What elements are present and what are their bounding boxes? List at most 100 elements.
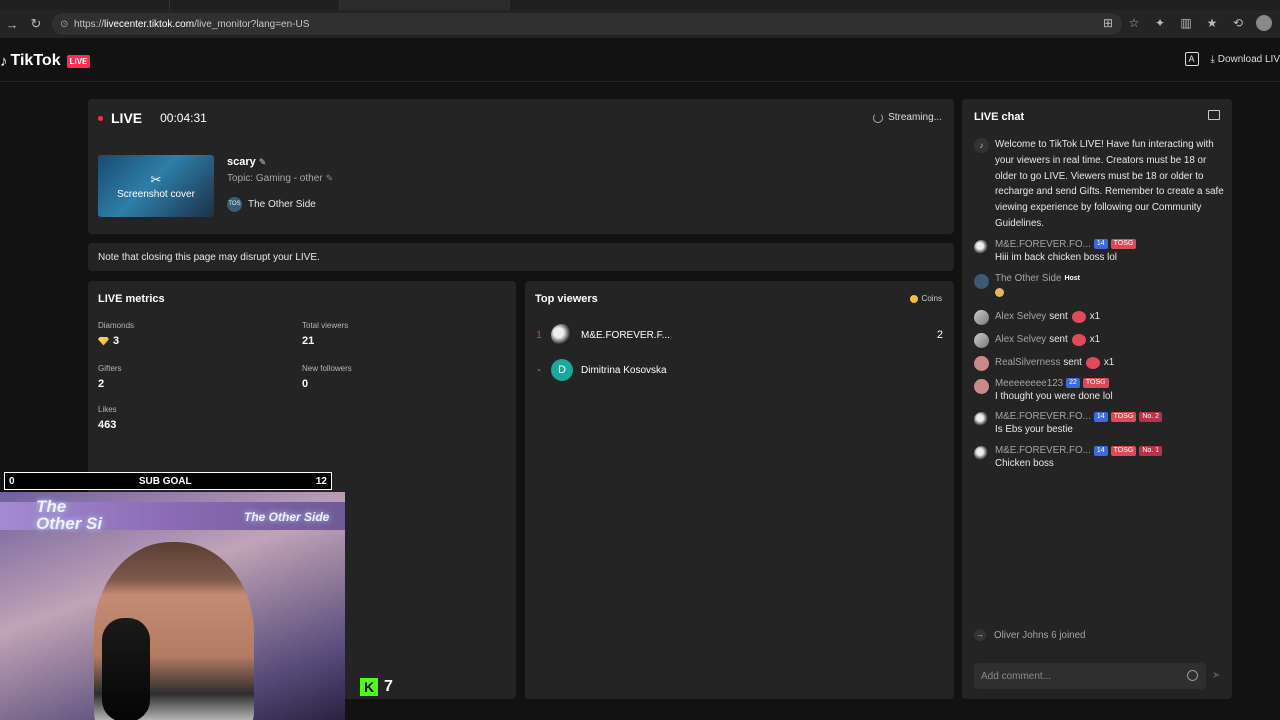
screenshot-cover-button[interactable]: ✂ Screenshot cover	[98, 155, 214, 217]
viewer-avatar: D	[551, 359, 573, 381]
gift-message[interactable]: Alex Selvey sent x1	[974, 309, 1224, 325]
live-status-card: LIVE 00:04:31 Streaming... ✂ Screenshot …	[88, 99, 954, 234]
kick-logo-icon: K	[360, 678, 378, 696]
live-chat-panel: LIVE chat ♪ Welcome to TikTok LIVE! Have…	[962, 99, 1232, 699]
user-avatar	[974, 446, 989, 462]
metric-diamonds: Diamonds 3	[98, 321, 135, 347]
channel-avatar: TOS	[227, 197, 242, 212]
font-size-icon[interactable]: A	[1184, 52, 1199, 66]
comment-input[interactable]: Add comment...	[974, 663, 1206, 689]
favorites-icon[interactable]: ★	[1204, 15, 1220, 31]
emoji-picker-icon[interactable]	[1187, 670, 1198, 681]
chat-message[interactable]: The Other Side Host	[974, 273, 1224, 302]
system-message: ♪ Welcome to TikTok LIVE! Have fun inter…	[974, 137, 1224, 232]
gift-icon	[1071, 310, 1086, 323]
stream-title: scary ✎	[227, 156, 267, 168]
user-avatar	[974, 239, 989, 255]
user-avatar	[974, 309, 989, 325]
metrics-title: LIVE metrics	[98, 293, 165, 305]
rank-badge: No. 1	[1139, 445, 1163, 456]
profile-avatar[interactable]	[1256, 15, 1272, 31]
stream-topic: Topic: Gaming - other ✎	[227, 173, 334, 184]
diamond-icon	[98, 336, 109, 346]
live-timer: 00:04:31	[160, 111, 207, 125]
viewer-avatar	[551, 324, 573, 346]
popout-chat-icon[interactable]	[1208, 110, 1220, 120]
chat-message[interactable]: M&E.FOREVER.FO... 14 TOSG No. 1 Chicken bos…	[974, 445, 1224, 472]
address-bar-row: → ↻ ⊙ https://livecenter.tiktok.com/live…	[0, 10, 1280, 38]
microphone	[102, 618, 150, 720]
gift-icon	[1085, 356, 1100, 369]
streaming-status: Streaming...	[873, 112, 942, 123]
level-badge: 22	[1066, 378, 1080, 389]
translate-icon[interactable]: ⊞	[1100, 15, 1116, 31]
fan-club-badge: TOSG	[1082, 378, 1109, 389]
gift-icon	[1071, 333, 1086, 346]
top-viewers-panel: Top viewers Coins 1 M&E.FOREVER.F... 2 -…	[525, 281, 954, 699]
reload-icon[interactable]: ↻	[24, 16, 48, 32]
neon-sign: The Other Si	[36, 497, 103, 533]
fan-club-badge: TOSG	[1110, 239, 1137, 250]
history-icon[interactable]: ⟲	[1230, 15, 1246, 31]
fan-club-badge: TOSG	[1110, 411, 1137, 422]
chat-message[interactable]: Meeeeeeee123 22 TOSG I thought you were do…	[974, 378, 1224, 405]
split-screen-icon[interactable]: ▥	[1178, 15, 1194, 31]
tiktok-note-icon: ♪	[0, 52, 8, 70]
live-indicator-dot	[98, 115, 103, 121]
level-badge: 14	[1093, 445, 1108, 456]
kick-counter: K 7	[360, 678, 393, 696]
sub-goal-bar: 0 SUB GOAL 12	[4, 472, 332, 490]
host-badge: Host	[1064, 274, 1080, 282]
scissors-icon: ✂	[150, 172, 162, 187]
browser-tab-strip	[0, 0, 1280, 10]
metric-new-followers: New followers 0	[302, 364, 352, 390]
level-badge: 14	[1093, 239, 1108, 250]
user-avatar	[974, 378, 989, 394]
metric-total-viewers: Total viewers 21	[302, 321, 349, 347]
user-avatar	[974, 412, 989, 428]
site-info-icon[interactable]: ⊙	[60, 19, 74, 30]
fan-club-badge: TOSG	[1110, 445, 1137, 456]
join-notice: → Oliver Johns 6 joined	[974, 629, 1086, 641]
level-badge: 14	[1093, 411, 1108, 422]
viewer-row[interactable]: 1 M&E.FOREVER.F... 2	[535, 324, 943, 346]
gift-message[interactable]: Alex Selvey sent x1	[974, 332, 1224, 348]
app-header: ♪ TikTok LIVE A ⤓ Download LIV	[0, 38, 1280, 82]
coin-icon	[909, 294, 918, 303]
webcam-overlay: The Other Si The Other Side	[0, 492, 345, 720]
url-field[interactable]: ⊙ https://livecenter.tiktok.com/live_mon…	[52, 13, 1122, 35]
close-page-notice: Note that closing this page may disrupt …	[88, 243, 954, 271]
metric-gifters: Gifters 2	[98, 364, 122, 390]
viewer-row[interactable]: - D Dimitrina Kosovska	[535, 359, 943, 381]
tiktok-live-logo[interactable]: ♪ TikTok LIVE	[0, 52, 91, 70]
emoji-icon	[995, 287, 1004, 297]
forward-icon[interactable]: →	[0, 17, 24, 32]
chat-message[interactable]: M&E.FOREVER.FO... 14 TOSG No. 2 Is Ebs your…	[974, 411, 1224, 438]
top-viewers-title: Top viewers	[535, 293, 598, 305]
tiktok-note-icon: ♪	[974, 138, 989, 153]
join-icon: →	[974, 629, 986, 641]
coins-legend: Coins	[909, 294, 942, 303]
host-avatar	[974, 273, 989, 289]
edit-topic-icon[interactable]: ✎	[326, 173, 334, 183]
user-avatar	[974, 332, 989, 348]
edit-title-icon[interactable]: ✎	[259, 157, 267, 167]
channel-owner: TOS The Other Side	[227, 197, 316, 212]
download-button[interactable]: ⤓ Download LIV	[1211, 54, 1280, 65]
browser-tab[interactable]	[170, 0, 340, 10]
live-status: LIVE	[111, 110, 143, 126]
gift-message[interactable]: RealSilverness sent x1	[974, 355, 1224, 371]
neon-sign-right: The Other Side	[244, 510, 330, 524]
spinner-icon	[873, 112, 884, 123]
chat-message-list: ♪ Welcome to TikTok LIVE! Have fun inter…	[974, 137, 1224, 479]
extensions-icon[interactable]: ✦	[1152, 15, 1168, 31]
chat-message[interactable]: M&E.FOREVER.FO... 14 TOSG Hiii im back chi…	[974, 239, 1224, 266]
chat-title: LIVE chat	[974, 111, 1025, 123]
metric-likes: Likes 463	[98, 405, 117, 431]
user-avatar	[974, 355, 989, 371]
star-icon[interactable]: ☆	[1126, 15, 1142, 31]
browser-tab-active[interactable]	[340, 0, 510, 10]
send-icon[interactable]: ➤	[1212, 670, 1220, 681]
browser-tab[interactable]	[0, 0, 170, 10]
rank-badge: No. 2	[1139, 411, 1163, 422]
